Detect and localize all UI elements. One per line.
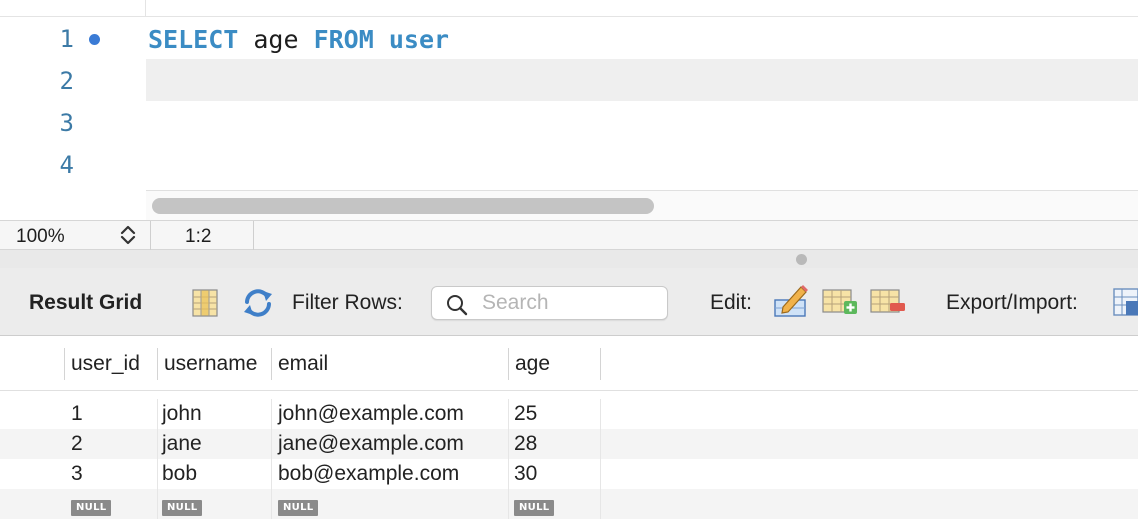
null-badge: NULL	[278, 500, 319, 516]
cell-user-id[interactable]: 3	[65, 459, 158, 489]
splitter-handle[interactable]	[796, 254, 807, 265]
cell-age[interactable]: 25	[508, 399, 601, 429]
cell-age[interactable]: NULL	[508, 489, 601, 519]
scrollbar-thumb[interactable]	[152, 198, 654, 214]
cell-username[interactable]: NULL	[156, 489, 272, 519]
column-header-email[interactable]: email	[271, 348, 509, 380]
editor-top-strip	[0, 0, 1138, 17]
code-line-2[interactable]: 2	[0, 59, 1138, 101]
result-grid-tab[interactable]: Result Grid	[29, 291, 142, 315]
row-selection-handle[interactable]	[20, 489, 65, 519]
result-toolbar: Result Grid Filter Rows: Edit:	[0, 268, 1138, 336]
export-import-icon[interactable]	[1112, 287, 1138, 317]
null-badge: NULL	[71, 500, 112, 516]
current-line-highlight	[146, 59, 1138, 101]
cell-user-id[interactable]: 2	[65, 429, 158, 459]
delete-row-icon[interactable]	[870, 288, 906, 316]
cursor-position: 1:2	[152, 221, 254, 250]
edit-cell-icon[interactable]	[773, 283, 809, 319]
filter-rows-search[interactable]	[431, 286, 668, 320]
export-import-label: Export/Import:	[946, 291, 1078, 314]
identifier-user: user	[373, 25, 450, 54]
result-grid[interactable]: user_id username email age 1 john john@e…	[0, 336, 1138, 528]
horizontal-scrollbar[interactable]	[146, 190, 1138, 220]
column-header-username[interactable]: username	[157, 348, 272, 380]
cell-email[interactable]: bob@example.com	[272, 459, 509, 489]
filter-rows-label: Filter Rows:	[292, 291, 403, 314]
cell-user-id[interactable]: NULL	[65, 489, 158, 519]
table-row-new[interactable]: NULL NULL NULL NULL	[0, 489, 1138, 519]
code-line-1[interactable]: 1 SELECT age FROM user	[0, 17, 1138, 59]
chevron-up-down-icon[interactable]	[118, 224, 138, 246]
zoom-level: 100%	[16, 226, 65, 247]
null-badge: NULL	[514, 500, 555, 516]
edit-label: Edit:	[710, 291, 753, 314]
refresh-icon[interactable]	[241, 288, 275, 318]
add-row-icon[interactable]	[822, 288, 858, 316]
cell-user-id[interactable]: 1	[65, 399, 158, 429]
line-number: 2	[59, 67, 74, 95]
keyword-select: SELECT	[148, 25, 239, 54]
cell-email[interactable]: jane@example.com	[272, 429, 509, 459]
cell-username[interactable]: jane	[156, 429, 272, 459]
search-input[interactable]	[482, 291, 662, 315]
cell-email[interactable]: NULL	[272, 489, 509, 519]
table-row[interactable]: 3 bob bob@example.com 30	[0, 459, 1138, 489]
table-row[interactable]: 2 jane jane@example.com 28	[0, 429, 1138, 459]
code-text[interactable]: SELECT age FROM user	[148, 25, 449, 54]
row-selection-handle[interactable]	[20, 429, 65, 459]
identifier-age: age	[238, 25, 314, 54]
gutter-separator	[145, 0, 146, 17]
editor-status-bar: 100% 1:2	[0, 220, 1138, 250]
form-editor-icon[interactable]	[192, 289, 218, 317]
table-row[interactable]: 1 john john@example.com 25	[0, 399, 1138, 429]
null-badge: NULL	[162, 500, 203, 516]
code-line-3[interactable]: 3	[0, 101, 1138, 143]
cell-username[interactable]: john	[156, 399, 272, 429]
cell-age[interactable]: 28	[508, 429, 601, 459]
line-number: 1	[59, 25, 74, 53]
cell-username[interactable]: bob	[156, 459, 272, 489]
cell-age[interactable]: 30	[508, 459, 601, 489]
grid-header: user_id username email age	[0, 336, 1138, 391]
column-header-age[interactable]: age	[508, 348, 601, 380]
statement-marker-icon	[89, 34, 100, 45]
code-line-4[interactable]: 4	[0, 143, 1138, 185]
panel-splitter[interactable]	[0, 250, 1138, 268]
cursor-position-label: 1:2	[185, 226, 212, 247]
keyword-from: FROM	[313, 25, 374, 54]
sql-editor[interactable]: 1 SELECT age FROM user 2 3 4	[0, 0, 1138, 220]
line-number: 4	[59, 151, 74, 179]
search-icon	[447, 295, 468, 316]
zoom-selector[interactable]: 100%	[0, 221, 151, 250]
column-header-user-id[interactable]: user_id	[64, 348, 158, 380]
cell-email[interactable]: john@example.com	[272, 399, 509, 429]
line-number: 3	[59, 109, 74, 137]
